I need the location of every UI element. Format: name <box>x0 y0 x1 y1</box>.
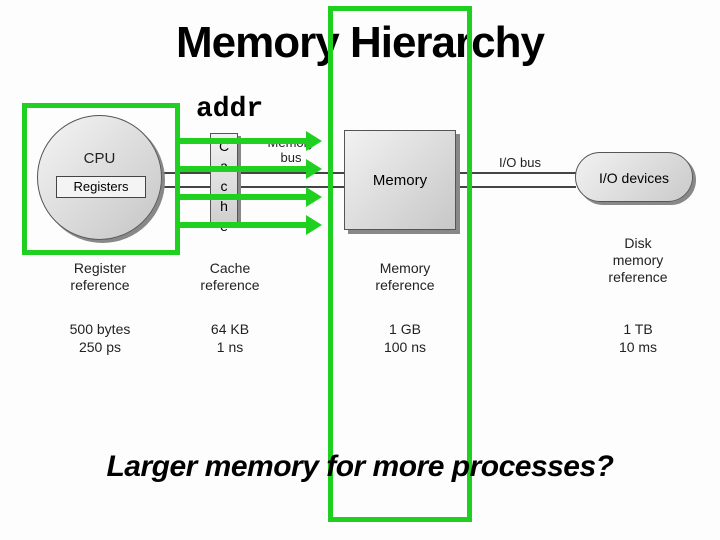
arrow-addr-1 <box>180 138 308 144</box>
register-latency: 250 ps <box>79 339 121 355</box>
register-spec: 500 bytes 250 ps <box>55 320 145 356</box>
cache-block: C a c h e <box>210 133 238 225</box>
disk-spec: 1 TB 10 ms <box>598 320 678 356</box>
addr-label: addr <box>196 94 263 125</box>
arrow-addr-2 <box>180 166 308 172</box>
cache-spec: 64 KB 1 ns <box>190 320 270 356</box>
cache-size: 64 KB <box>211 321 249 337</box>
cache-reference-label: Cache reference <box>190 260 270 294</box>
bus-mem-io-lower <box>456 186 576 188</box>
subtitle: Larger memory for more processes? <box>0 450 720 484</box>
highlight-cpu <box>22 103 180 255</box>
disk-reference-label: Disk memory reference <box>598 235 678 286</box>
register-reference-label: Register reference <box>60 260 140 294</box>
disk-size: 1 TB <box>623 321 652 337</box>
bus-mem-io-upper <box>456 172 576 174</box>
io-bus-label: I/O bus <box>490 155 550 170</box>
arrow-addr-4 <box>180 222 308 228</box>
arrow-addr-3 <box>180 194 308 200</box>
disk-latency: 10 ms <box>619 339 657 355</box>
io-devices-block: I/O devices <box>575 152 693 202</box>
cache-letter: c <box>211 174 237 194</box>
cache-latency: 1 ns <box>217 339 243 355</box>
register-size: 500 bytes <box>70 321 131 337</box>
cache-letter: C <box>211 134 237 154</box>
highlight-memory-column <box>328 6 472 522</box>
